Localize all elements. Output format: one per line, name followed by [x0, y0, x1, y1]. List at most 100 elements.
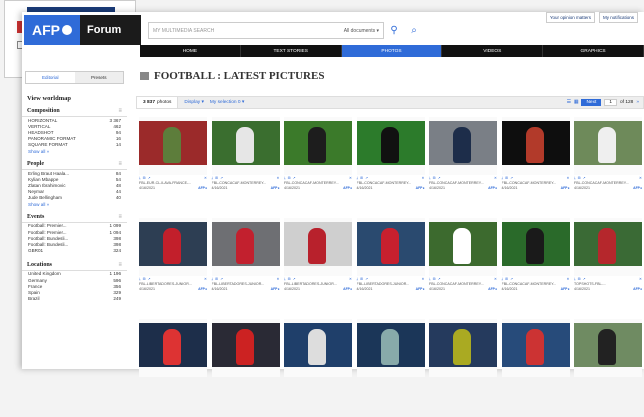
photo-date: 4/16/2021 — [429, 186, 445, 190]
search-icon[interactable]: ⚲ — [386, 22, 402, 39]
tab-presets[interactable]: Presets — [74, 72, 123, 83]
remove-icon[interactable]: ✕ — [566, 176, 569, 181]
photo-thumbnail[interactable] — [139, 218, 207, 276]
photo-card[interactable] — [574, 319, 642, 417]
facet-header[interactable]: Locations ≡ — [22, 260, 127, 271]
collapse-icon[interactable]: ≡ — [119, 262, 122, 268]
show-all-link[interactable]: Show all » — [22, 201, 127, 212]
photo-meta: ⤓ ⊞ ↗ ✕ FBL-CONCACAF-MONTERREY... 4/16/2021 AF… — [429, 176, 497, 190]
photo-thumbnail[interactable] — [429, 218, 497, 276]
remove-icon[interactable]: ✕ — [639, 176, 642, 181]
remove-icon[interactable]: ✕ — [421, 176, 424, 181]
photo-thumbnail[interactable] — [356, 117, 425, 175]
facet-count: 249 — [113, 296, 121, 302]
remove-icon[interactable]: ✕ — [204, 277, 207, 282]
photo-card[interactable]: ⤓ ⊞ ↗ ✕ FBL-CONCACAF-MONTERREY... 4/16/2021 AF… — [429, 218, 497, 316]
facet-count: 84 — [115, 170, 121, 176]
photo-card[interactable] — [139, 319, 207, 417]
photo-thumbnail[interactable] — [211, 319, 280, 377]
remove-icon[interactable]: ✕ — [494, 176, 497, 181]
photo-card[interactable]: ⤓ ⊞ ↗ ✕ FBL-CONCACAF-MONTERREY... 4/16/2021 AF… — [574, 117, 642, 215]
photo-thumbnail[interactable] — [139, 319, 207, 377]
photo-thumbnail[interactable] — [501, 319, 570, 377]
photo-thumbnail[interactable] — [356, 319, 425, 377]
worldmap-link[interactable]: View worldmap — [22, 90, 127, 106]
photo-card[interactable] — [284, 319, 352, 417]
remove-icon[interactable]: ✕ — [276, 277, 279, 282]
search-input[interactable]: MY MULTIMEDIA SEARCH All documents ▾ — [148, 22, 384, 39]
photo-thumbnail[interactable] — [574, 117, 642, 175]
nav-home[interactable]: HOME — [140, 45, 241, 57]
photo-card[interactable]: ⤓ ⊞ ↗ ✕ FBL-CONCACAF-MONTERREY... 4/16/2021 AF… — [211, 117, 280, 215]
remove-icon[interactable]: ✕ — [349, 277, 352, 282]
photo-card[interactable]: ⤓ ⊞ ↗ ✕ FBL-CONCACAF-MONTERREY... 4/16/2021 AF… — [356, 117, 425, 215]
photo-thumbnail[interactable] — [284, 319, 352, 377]
photo-date: 4/16/2021 — [139, 186, 155, 190]
nav-graphics[interactable]: GRAPHICS — [543, 45, 644, 57]
afp-forum-logo[interactable]: AFP Forum — [24, 15, 141, 45]
photo-card[interactable] — [429, 319, 497, 417]
show-all-link[interactable] — [22, 302, 127, 308]
advanced-search-icon[interactable]: ⌕ — [406, 22, 422, 39]
photo-card[interactable] — [356, 319, 425, 417]
photo-card[interactable] — [501, 319, 570, 417]
facet-header[interactable]: Events ≡ — [22, 212, 127, 223]
photo-card[interactable]: ⤓ ⊞ ↗ ✕ TOPSHOTS-FBL-... 4/16/2021 AFP● — [574, 218, 642, 316]
remove-icon[interactable]: ✕ — [494, 277, 497, 282]
collapse-icon[interactable]: ≡ — [119, 108, 122, 114]
nav-videos[interactable]: VIDEOS — [442, 45, 544, 57]
photo-thumbnail[interactable] — [429, 319, 497, 377]
photo-thumbnail[interactable] — [211, 218, 280, 276]
grid-view-icon[interactable]: ▦ — [574, 100, 579, 105]
nav-photos[interactable]: PHOTOS — [341, 45, 443, 57]
last-page-icon[interactable]: » — [636, 100, 639, 105]
selection-dropdown[interactable]: My selection 0 ▾ — [210, 100, 244, 105]
afp-badge: AFP● — [270, 186, 280, 190]
remove-icon[interactable]: ✕ — [204, 176, 207, 181]
photo-card[interactable]: ⤓ ⊞ ↗ ✕ FBL-LIBERTADORES-JUNIOR... 4/16/2021 A… — [356, 218, 425, 316]
photo-thumbnail[interactable] — [429, 117, 497, 175]
collapse-icon[interactable]: ≡ — [119, 214, 122, 220]
opinion-link[interactable]: Your opinion matters — [545, 12, 595, 23]
photo-thumbnail[interactable] — [501, 218, 570, 276]
page-input[interactable]: 1 — [604, 99, 617, 106]
photo-thumbnail[interactable] — [574, 218, 642, 276]
facet-count: 356 — [113, 283, 121, 289]
photo-card[interactable]: ⤓ ⊞ ↗ ✕ FBL-CONCACAF-MONTERREY... 4/16/2021 AF… — [501, 218, 570, 316]
photo-thumbnail[interactable] — [574, 319, 642, 377]
photo-card[interactable]: ⤓ ⊞ ↗ ✕ FBL-LIBERTADORES-JUNIOR... 4/16/2021 A… — [284, 218, 352, 316]
tab-editorial[interactable]: Editorial — [26, 72, 75, 83]
photo-thumbnail[interactable] — [356, 218, 425, 276]
photo-thumbnail[interactable] — [284, 218, 352, 276]
facet-header[interactable]: Composition ≡ — [22, 106, 127, 117]
photo-thumbnail[interactable] — [284, 117, 352, 175]
list-view-icon[interactable]: ☰ — [567, 100, 571, 105]
search-scope-dropdown[interactable]: All documents ▾ — [344, 28, 379, 34]
photo-card[interactable]: ⤓ ⊞ ↗ ✕ FBL-CONCACAF-MONTERREY... 4/16/2021 AF… — [501, 117, 570, 215]
sidebar-tabs: Editorial Presets — [25, 71, 124, 84]
photo-card[interactable]: ⤓ ⊞ ↗ ✕ FBL-LIBERTADORES-JUNIOR... 4/16/2021 A… — [211, 218, 280, 316]
display-dropdown[interactable]: Display ▾ — [184, 100, 203, 105]
collapse-icon[interactable]: ≡ — [119, 161, 122, 167]
remove-icon[interactable]: ✕ — [349, 176, 352, 181]
photo-card[interactable]: ⤓ ⊞ ↗ ✕ FBL-CONCACAF-MONTERREY... 4/16/2021 AF… — [284, 117, 352, 215]
remove-icon[interactable]: ✕ — [639, 277, 642, 282]
facet-header[interactable]: People ≡ — [22, 159, 127, 170]
remove-icon[interactable]: ✕ — [421, 277, 424, 282]
photo-card[interactable] — [211, 319, 280, 417]
next-button[interactable]: Next — [581, 99, 602, 106]
facet-label: Football: Premier... — [28, 229, 67, 235]
photo-date-row: 4/16/2021 AFP● — [284, 186, 352, 190]
photo-card[interactable]: ⤓ ⊞ ↗ ✕ FBL-CONCACAF-MONTERREY... 4/16/2021 AF… — [429, 117, 497, 215]
photo-thumbnail[interactable] — [139, 117, 207, 175]
photo-card[interactable]: ⤓ ⊞ ↗ ✕ FBL-EUR-CL-ILAVA-FRANCE-... 4/16/2021… — [139, 117, 207, 215]
forum-logo-text: Forum — [87, 24, 122, 36]
photo-thumbnail[interactable] — [211, 117, 280, 175]
remove-icon[interactable]: ✕ — [276, 176, 279, 181]
notifications-link[interactable]: My notifications — [598, 12, 638, 23]
remove-icon[interactable]: ✕ — [566, 277, 569, 282]
nav-text-stories[interactable]: TEXT STORIES — [241, 45, 342, 57]
photo-card[interactable]: ⤓ ⊞ ↗ ✕ FBL-LIBERTADORES-JUNIOR... 4/16/2021 A… — [139, 218, 207, 316]
show-all-link[interactable]: Show all » — [22, 148, 127, 159]
photo-thumbnail[interactable] — [501, 117, 570, 175]
